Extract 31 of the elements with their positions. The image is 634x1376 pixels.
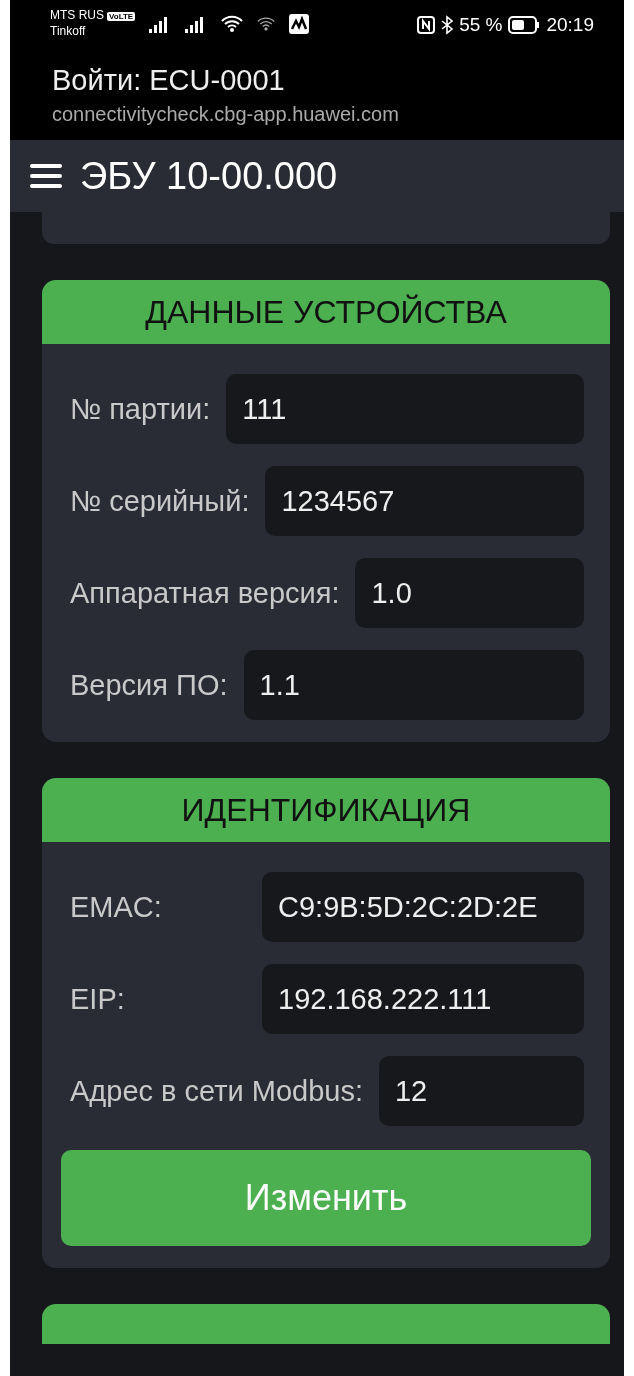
clock-time: 20:19	[546, 14, 594, 36]
nfc-icon	[417, 16, 436, 34]
field-label: № партии:	[70, 392, 211, 426]
app-icon	[289, 13, 310, 34]
menu-icon[interactable]	[30, 163, 62, 189]
field-label: Версия ПО:	[70, 668, 228, 702]
field-label: Адрес в сети Modbus:	[70, 1074, 363, 1108]
field-label: EIP:	[70, 982, 126, 1016]
input-field[interactable]: 12	[379, 1056, 584, 1126]
wifi-icon	[257, 15, 276, 32]
bluetooth-icon	[441, 15, 454, 35]
section-header: ДАННЫЕ УСТРОЙСТВА	[42, 280, 610, 344]
field-label: Аппаратная версия:	[70, 576, 340, 610]
battery-percent: 55 %	[459, 14, 503, 36]
input-field[interactable]: 111	[226, 374, 584, 444]
section-header: ИДЕНТИФИКАЦИЯ	[42, 778, 610, 842]
field-label: EMAC:	[70, 890, 163, 924]
login-title: Войти: ECU-0001	[51, 64, 286, 97]
carrier-name: Tinkoff	[50, 24, 87, 39]
page-url: connectivitycheck.cbg-app.huawei.com	[51, 103, 400, 126]
input-field[interactable]: 1234567	[265, 466, 584, 536]
input-field[interactable]: 1.0	[355, 558, 584, 628]
input-field[interactable]: C9:9B:5D:2C:2D:2E	[262, 872, 584, 942]
field-label: № серийный:	[70, 484, 250, 518]
app-title: ЭБУ 10-00.000	[80, 154, 338, 198]
carrier-name: MTS RUS VoLTE	[50, 8, 136, 24]
wifi-icon	[221, 14, 244, 33]
volte-badge: VoLTE	[107, 12, 136, 21]
input-field[interactable]: 192.168.222.111	[262, 964, 584, 1034]
input-field[interactable]: 1.1	[243, 650, 584, 720]
battery-icon	[508, 16, 541, 34]
